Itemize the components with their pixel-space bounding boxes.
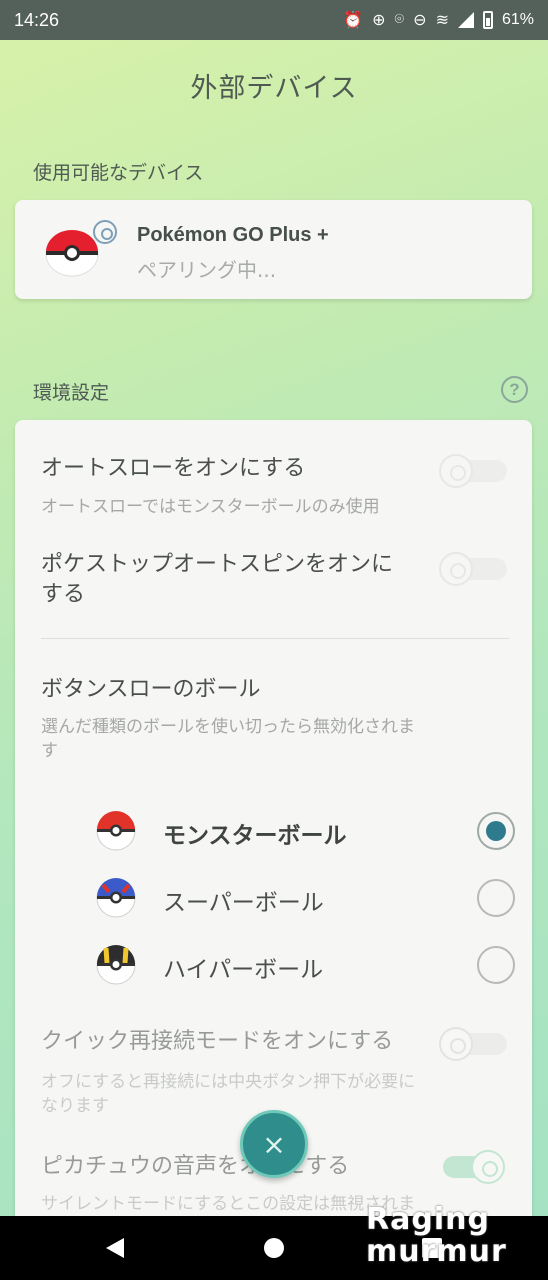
wifi-icon: ≋ <box>435 12 449 29</box>
button-ball-title: ボタンスローのボール <box>41 677 261 702</box>
ball-option-monster[interactable]: モンスターボール <box>95 806 515 856</box>
watermark-logo: Raging murmur <box>366 1204 542 1276</box>
help-icon[interactable]: ? <box>501 376 528 403</box>
status-icons: ⏰ ⊕ ⌾ ⊖ ≋ 61% <box>343 10 534 30</box>
auto-spin-title-line1: ポケストップオートスピンをオンに <box>41 552 394 577</box>
device-link-icon <box>93 220 117 244</box>
auto-throw-title: オートスローをオンにする <box>41 456 306 481</box>
toggle-knob <box>439 552 473 586</box>
quick-reconnect-toggle[interactable] <box>439 1027 509 1061</box>
pikachu-voice-toggle[interactable] <box>435 1150 505 1184</box>
ball-option-ultra[interactable]: ハイパーボール <box>95 940 515 990</box>
status-time: 14:26 <box>14 9 60 30</box>
home-icon[interactable] <box>264 1238 284 1258</box>
page-title: 外部デバイス <box>190 73 358 104</box>
device-card[interactable]: Pokémon GO Plus + ペアリング中... <box>15 200 532 299</box>
button-ball-desc-line1: 選んだ種類のボールを使い切ったら無効化されま <box>41 717 415 737</box>
great-ball-icon <box>96 878 136 918</box>
toggle-knob <box>439 454 473 488</box>
radio-unselected[interactable] <box>477 879 515 917</box>
device-name: Pokémon GO Plus + <box>137 224 329 246</box>
auto-throw-desc: オートスローではモンスターボールのみ使用 <box>41 497 380 517</box>
back-icon[interactable] <box>106 1238 124 1258</box>
alarm-icon: ⏰ <box>343 12 364 29</box>
settings-label: 環境設定 <box>33 382 110 404</box>
quick-reconnect-desc-line2: なります <box>41 1096 109 1116</box>
ball-label: モンスターボール <box>163 823 347 849</box>
battery-percent: 61% <box>501 11 534 28</box>
close-button[interactable]: × <box>240 1110 308 1178</box>
watermark-line1: Raging <box>366 1202 490 1237</box>
quick-reconnect-title: クイック再接続モードをオンにする <box>41 1029 394 1054</box>
radio-selected[interactable] <box>477 812 515 850</box>
poke-ball-icon <box>96 811 136 851</box>
battery-icon <box>482 11 493 29</box>
quick-reconnect-desc-line1: オフにすると再接続には中央ボタン押下が必要に <box>41 1072 416 1092</box>
toggle-knob <box>471 1150 505 1184</box>
ball-label: ハイパーボール <box>163 957 324 983</box>
toggle-knob <box>439 1027 473 1061</box>
ball-option-great[interactable]: スーパーボール <box>95 873 515 923</box>
auto-throw-toggle[interactable] <box>439 454 509 488</box>
pokeball-device-icon <box>45 230 99 277</box>
status-bar: 14:26 ⏰ ⊕ ⌾ ⊖ ≋ 61% <box>0 0 548 40</box>
watermark-line2: murmur <box>366 1234 507 1269</box>
signal-icon <box>457 12 474 28</box>
pikachu-voice-desc: サイレントモードにするとこの設定は無視されま <box>41 1194 416 1214</box>
auto-spin-title-line2: する <box>41 582 86 607</box>
data-saver-icon: ⊕ <box>372 12 386 29</box>
divider <box>41 638 509 639</box>
device-status: ペアリング中... <box>137 258 277 282</box>
close-icon: × <box>262 1127 286 1161</box>
button-ball-desc-line2: す <box>41 741 58 761</box>
ball-label: スーパーボール <box>163 890 324 916</box>
location-icon: ⌾ <box>394 11 405 28</box>
available-devices-label: 使用可能なデバイス <box>33 162 204 184</box>
do-not-disturb-icon: ⊖ <box>413 12 427 29</box>
ultra-ball-icon <box>96 945 136 985</box>
auto-spin-toggle[interactable] <box>439 552 509 586</box>
radio-unselected[interactable] <box>477 946 515 984</box>
